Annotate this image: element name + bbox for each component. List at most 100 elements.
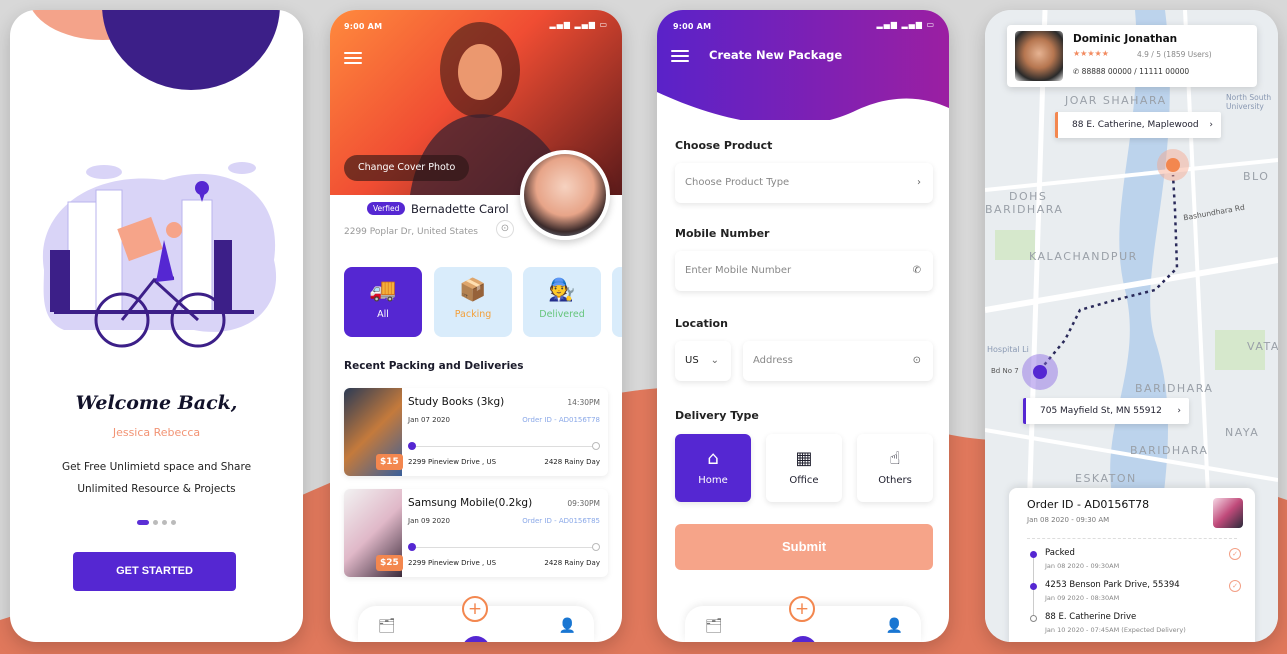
origin-address[interactable]: 705 Mayfield St, MN 55912 › — [1023, 398, 1189, 424]
price-badge: $25 — [376, 555, 403, 571]
page-dot[interactable] — [171, 520, 176, 525]
page-indicator[interactable] — [10, 510, 303, 529]
route-start-dot — [408, 543, 416, 551]
profile-name: Bernadette Carol — [411, 202, 509, 216]
menu-icon[interactable] — [671, 50, 689, 62]
hand-icon: ☝ — [889, 448, 901, 469]
submit-button[interactable]: Submit — [675, 524, 933, 570]
category-more[interactable] — [612, 267, 622, 337]
chevron-right-icon: › — [1177, 406, 1181, 416]
route-to: 2428 Rainy Day — [544, 559, 600, 567]
delivery-office[interactable]: ▦ Office — [766, 434, 842, 502]
timeline-dot — [1030, 615, 1037, 622]
location-pin-icon[interactable]: ⊙ — [496, 220, 514, 238]
page-title: Create New Package — [709, 48, 843, 62]
delivery-label: Office — [789, 475, 819, 486]
building-icon: ▦ — [795, 448, 813, 469]
order-thumbnail — [1213, 498, 1243, 528]
category-label: Delivered — [539, 309, 585, 320]
route-start-dot — [408, 442, 416, 450]
status-icons: ▂▄▆ ▂▄▆ ▭ — [549, 20, 608, 29]
location-pin-icon: ⊙ — [912, 355, 921, 366]
delivery-home[interactable]: ⌂ Home — [675, 434, 751, 502]
add-icon[interactable]: + — [462, 596, 488, 622]
route-line — [408, 547, 598, 548]
step-date: Jan 08 2020 - 09:30AM — [1045, 562, 1120, 570]
step-title: 4253 Benson Park Drive, 55394 — [1045, 580, 1180, 590]
route-from: 2299 Pineview Drive , US — [408, 458, 497, 466]
map-label: Bd No 7 — [991, 367, 1019, 375]
tagline-line-1: Get Free Unlimietd space and Share — [61, 461, 252, 473]
tagline: Get Free Unlimietd space and Share Unlim… — [10, 456, 303, 500]
delivery-man-icon: 🧑‍🔧 — [548, 278, 576, 303]
delivery-card[interactable]: $15 Study Books (3kg) 14:30PM Jan 07 202… — [344, 388, 608, 476]
delivery-card[interactable]: $25 Samsung Mobile(0.2kg) 09:30PM Jan 09… — [344, 489, 608, 577]
menu-icon[interactable] — [344, 52, 362, 64]
chevron-right-icon: › — [1209, 120, 1213, 130]
step-date: Jan 09 2020 - 08:30AM — [1045, 594, 1120, 602]
bicycle-delivery-illustration — [42, 162, 277, 348]
add-icon[interactable]: + — [789, 596, 815, 622]
category-all[interactable]: 🚚 All — [344, 267, 422, 337]
mobile-number-input[interactable]: Enter Mobile Number ✆ — [675, 251, 933, 291]
map-label: BARIDHARA — [1130, 444, 1209, 457]
section-title: Recent Packing and Deliveries — [344, 360, 524, 372]
map-label: BARIDHARA — [985, 203, 1064, 216]
address-input[interactable]: Address ⊙ — [743, 341, 933, 381]
product-placeholder: Choose Product Type — [685, 177, 790, 188]
country-value: US — [685, 355, 699, 366]
category-packing[interactable]: 📦 Packing — [434, 267, 512, 337]
timeline-dot — [1030, 583, 1037, 590]
delivery-label: Home — [698, 475, 728, 486]
rating-text: 4.9 / 5 (1859 Users) — [1137, 50, 1212, 59]
product-type-select[interactable]: Choose Product Type › — [675, 163, 933, 203]
courier-card[interactable]: Dominic Jonathan ★★★★★ 4.9 / 5 (1859 Use… — [1007, 25, 1257, 87]
check-icon: ✓ — [1229, 548, 1241, 560]
profile-icon[interactable]: 👤 — [559, 618, 576, 634]
truck-icon: 🚚 — [369, 278, 397, 303]
item-date: Jan 07 2020 — [408, 416, 450, 424]
courier-name: Dominic Jonathan — [1073, 33, 1178, 45]
price-badge: $15 — [376, 454, 403, 470]
decorative-blob — [102, 10, 280, 90]
product-label: Choose Product — [675, 139, 773, 152]
profile-address: 2299 Poplar Dr, United States — [344, 227, 478, 237]
divider — [1027, 538, 1237, 539]
item-time: 09:30PM — [567, 499, 600, 508]
item-order-id: Order ID - AD0156T78 — [522, 416, 600, 424]
order-id: Order ID - AD0156T78 — [1027, 498, 1150, 511]
courier-phone-number: 88888 00000 / 11111 00000 — [1081, 67, 1190, 76]
category-delivered[interactable]: 🧑‍🔧 Delivered — [523, 267, 601, 337]
profile-icon[interactable]: 👤 — [886, 618, 903, 634]
status-time: 9:00 AM — [344, 22, 383, 31]
page-dot[interactable] — [162, 520, 167, 525]
item-name: Study Books (3kg) — [408, 396, 505, 408]
route-from: 2299 Pineview Drive , US — [408, 559, 497, 567]
courier-avatar — [1015, 31, 1063, 81]
delivery-others[interactable]: ☝ Others — [857, 434, 933, 502]
rating-stars-icon: ★★★★★ — [1073, 49, 1109, 58]
step-date: Jan 10 2020 - 07:45AM (Expected Delivery… — [1045, 626, 1186, 634]
status-time: 9:00 AM — [673, 22, 712, 31]
order-status-card[interactable]: Order ID - AD0156T78 Jan 08 2020 - 09:30… — [1009, 488, 1255, 642]
check-icon: ✓ — [1229, 580, 1241, 592]
category-label: All — [377, 309, 389, 320]
wallet-icon[interactable]: 🗂 — [705, 618, 723, 634]
map-label: NAYA — [1225, 426, 1260, 439]
get-started-button[interactable]: GET STARTED — [73, 552, 236, 591]
chevron-down-icon: ⌄ — [710, 355, 719, 366]
user-name: Jessica Rebecca — [112, 426, 201, 439]
page-dot[interactable] — [153, 520, 158, 525]
origin-text: 705 Mayfield St, MN 55912 — [1040, 406, 1162, 416]
change-cover-photo-button[interactable]: Change Cover Photo — [344, 155, 470, 181]
map-label: Hospital Li — [987, 345, 1029, 354]
delivery-label: Others — [878, 475, 912, 486]
status-icons: ▂▄▆ ▂▄▆ ▭ — [876, 20, 935, 29]
country-select[interactable]: US ⌄ — [675, 341, 731, 381]
phone-icon: ✆ — [912, 265, 921, 276]
destination-address[interactable]: 88 E. Catherine, Maplewood › — [1055, 112, 1221, 138]
wallet-icon[interactable]: 🗂 — [378, 618, 396, 634]
category-label: Packing — [454, 309, 492, 320]
profile-avatar[interactable] — [520, 150, 610, 240]
page-dot-active[interactable] — [137, 520, 149, 525]
